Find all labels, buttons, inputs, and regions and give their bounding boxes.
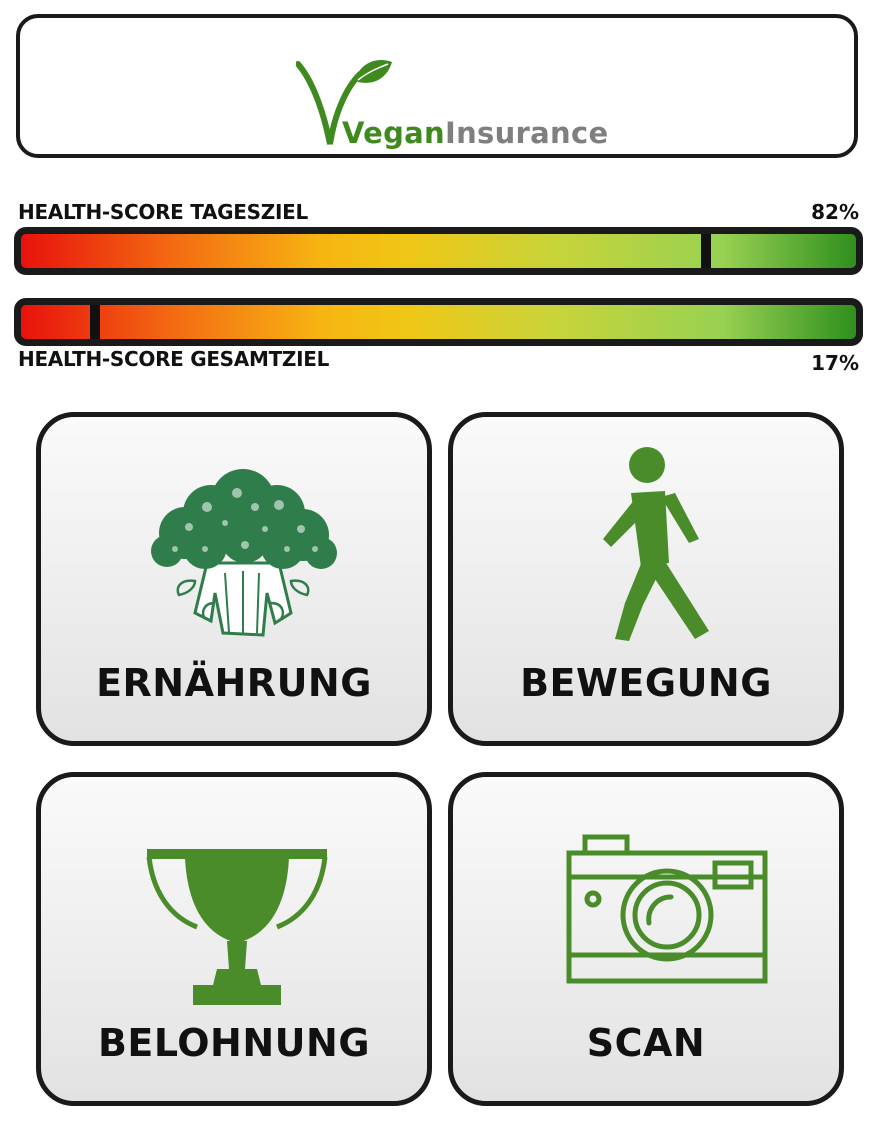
walking-person-icon: [603, 447, 709, 641]
header-logo-box: VeganInsurance: [16, 14, 858, 158]
broccoli-icon: [151, 469, 337, 637]
vegan-insurance-logo: VeganInsurance: [296, 58, 626, 160]
tile-ernaehrung-label: ERNÄHRUNG: [96, 661, 372, 705]
daily-score-bar: [14, 227, 863, 275]
total-score-marker: [90, 305, 100, 339]
tile-belohnung[interactable]: BELOHNUNG: [36, 772, 432, 1106]
logo-wordmark: VeganInsurance: [342, 116, 608, 150]
trophy-icon: [146, 849, 328, 1005]
tile-bewegung-label: BEWEGUNG: [520, 661, 772, 705]
daily-score-value: 82%: [811, 200, 859, 224]
daily-score-label: HEALTH-SCORE TAGESZIEL: [18, 200, 308, 224]
tile-bewegung[interactable]: BEWEGUNG: [448, 412, 844, 746]
tile-belohnung-label: BELOHNUNG: [97, 1021, 371, 1065]
tile-scan[interactable]: SCAN: [448, 772, 844, 1106]
camera-icon: [566, 834, 768, 984]
total-score-value: 17%: [811, 351, 859, 375]
logo-insurance-text: Insurance: [445, 116, 609, 150]
logo-vegan-text: Vegan: [342, 116, 445, 150]
total-score-bar: [14, 298, 863, 346]
total-score-label: HEALTH-SCORE GESAMTZIEL: [18, 347, 330, 371]
daily-score-marker: [701, 234, 711, 268]
tile-ernaehrung[interactable]: ERNÄHRUNG: [36, 412, 432, 746]
tile-scan-label: SCAN: [586, 1021, 706, 1065]
